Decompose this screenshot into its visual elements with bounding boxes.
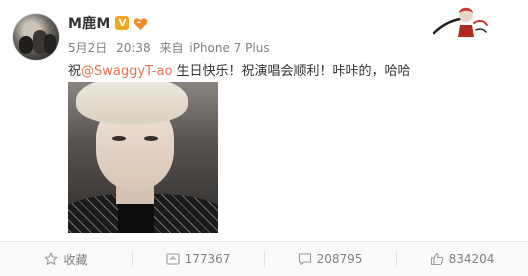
repost-count: 177367 [184,252,231,266]
source-device[interactable]: iPhone 7 Plus [189,41,269,55]
like-button[interactable]: 834204 [396,242,528,276]
comment-button[interactable]: 208795 [264,242,396,276]
repost-button[interactable]: 177367 [132,242,264,276]
repost-icon [166,253,180,265]
comment-count: 208795 [316,252,363,266]
post-meta: 5月2日 20:38 来自 iPhone 7 Plus [68,39,275,56]
post-text-prefix: 祝 [68,64,82,79]
mention-link[interactable]: @SwaggyT-ao [81,64,172,79]
like-count: 834204 [448,252,495,266]
favorite-star-icon [44,252,59,265]
username-link[interactable]: M鹿M [68,13,110,33]
source-prefix: 来自 [159,41,184,55]
post-header: M鹿M V [68,14,148,32]
post-date[interactable]: 5月2日 [68,41,107,55]
favorite-label: 收藏 [63,252,88,267]
post-text: 祝@SwaggyT-ao 生日快乐！祝演唱会顺利！咔咔的，哈哈 [68,60,411,79]
post-text-body: 生日快乐！祝演唱会顺利！咔咔的，哈哈 [172,64,411,79]
card-decoration-image [430,3,490,39]
post-time[interactable]: 20:38 [116,41,151,55]
action-bar: 收藏 177367 208795 834204 [0,242,528,276]
comment-icon [298,253,311,266]
avatar[interactable] [13,14,59,60]
vip-crown-icon[interactable]: V [115,16,130,30]
favorite-button[interactable]: 收藏 [0,242,132,276]
post-photo[interactable] [68,82,218,233]
weibo-post-card: M鹿M V 5月2日 20:38 来自 iPhone 7 Plus 祝@Swag… [0,0,528,276]
heart-badge-icon[interactable] [133,16,148,30]
like-thumb-icon [430,252,443,266]
